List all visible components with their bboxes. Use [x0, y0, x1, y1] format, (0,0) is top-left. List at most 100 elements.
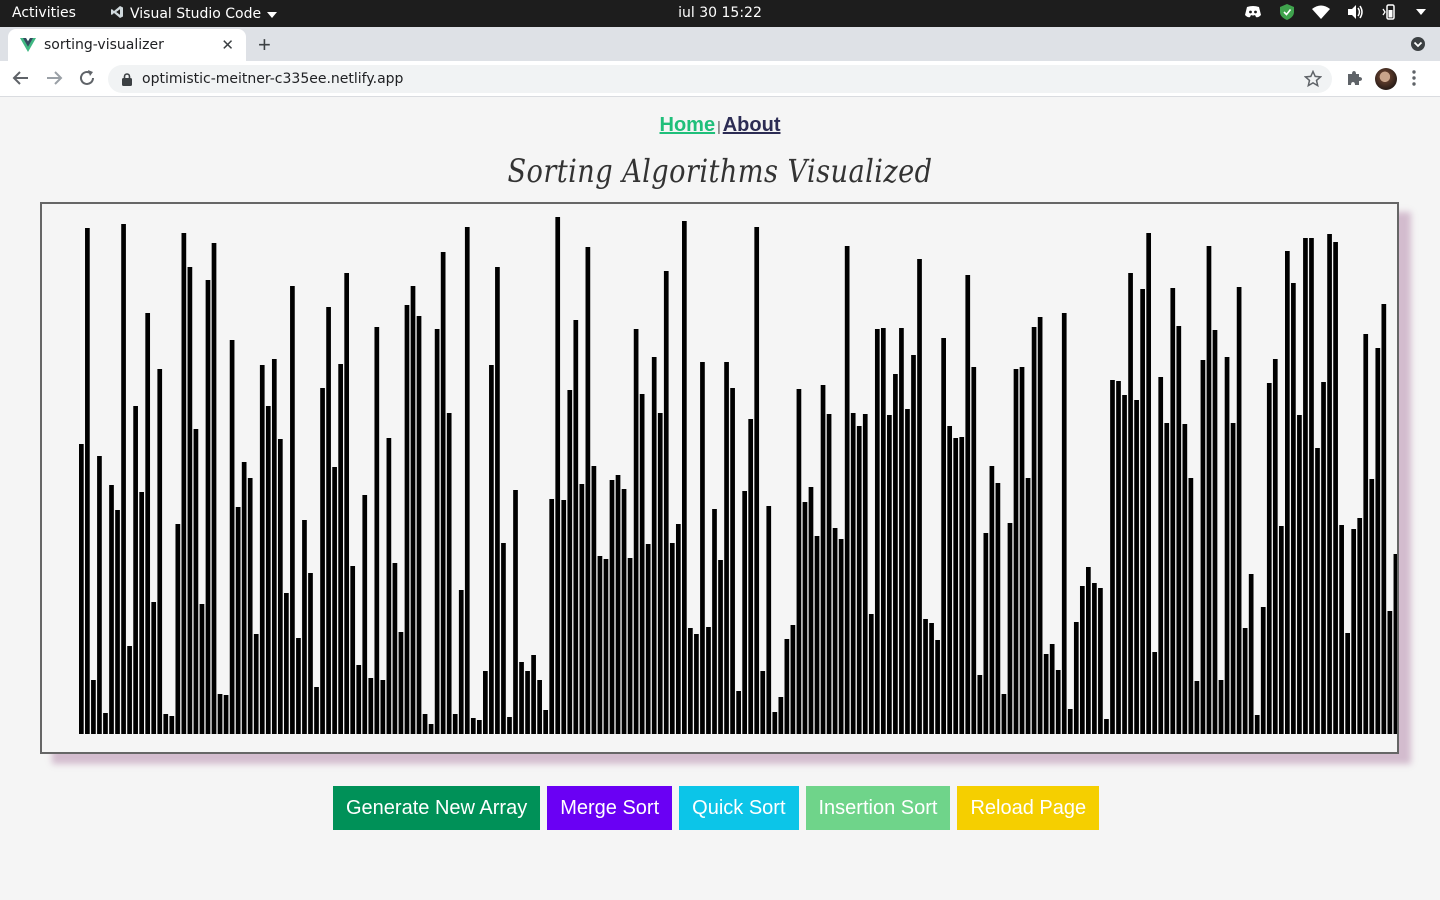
- close-tab-icon[interactable]: ✕: [221, 36, 234, 54]
- array-bar: [657, 413, 663, 734]
- array-bar: [1254, 715, 1260, 734]
- merge-sort-button[interactable]: Merge Sort: [547, 786, 673, 830]
- quick-sort-button[interactable]: Quick Sort: [679, 786, 799, 830]
- array-bar: [838, 539, 844, 734]
- battery-phone-icon[interactable]: [1382, 4, 1398, 20]
- array-bar: [850, 413, 856, 734]
- site-nav: Home | About: [0, 114, 1440, 137]
- new-tab-button[interactable]: +: [258, 32, 271, 58]
- array-bar: [97, 456, 102, 734]
- reload-page-button[interactable]: Reload Page: [957, 786, 1100, 830]
- forward-arrow-icon[interactable]: [45, 69, 63, 87]
- reload-icon[interactable]: [78, 69, 96, 87]
- array-bar: [1001, 694, 1007, 734]
- array-bar: [1188, 478, 1194, 734]
- activities-button[interactable]: Activities: [12, 5, 76, 21]
- tab-search-icon[interactable]: [1410, 36, 1426, 57]
- array-bar: [193, 429, 199, 734]
- array-bar: [748, 419, 754, 734]
- system-menu-caret-icon[interactable]: [1416, 9, 1426, 15]
- array-bar: [296, 638, 301, 734]
- array-bar: [1369, 479, 1375, 734]
- system-tray[interactable]: [1244, 4, 1426, 20]
- array-bar: [308, 573, 313, 734]
- array-bar: [302, 520, 307, 734]
- array-bar: [1194, 681, 1200, 734]
- array-bar: [229, 340, 235, 734]
- array-bar: [1019, 367, 1025, 734]
- array-bar: [965, 275, 971, 734]
- browser-menu-icon[interactable]: [1412, 70, 1416, 86]
- array-bar: [736, 691, 741, 734]
- profile-avatar[interactable]: [1375, 68, 1397, 90]
- array-bar: [1079, 586, 1085, 734]
- lock-icon[interactable]: [122, 72, 132, 86]
- array-bar: [103, 713, 108, 734]
- array-bar: [1086, 567, 1091, 734]
- array-bar: [205, 280, 211, 734]
- address-bar[interactable]: optimistic-meitner-c335ee.netlify.app: [108, 65, 1332, 93]
- array-bar: [121, 224, 126, 734]
- app-menu[interactable]: Visual Studio Code: [110, 5, 278, 23]
- array-bar: [1260, 607, 1266, 734]
- array-bar: [1122, 395, 1127, 734]
- array-bar: [874, 329, 880, 734]
- discord-icon[interactable]: [1244, 5, 1262, 19]
- array-bar: [501, 543, 506, 734]
- bookmark-star-icon[interactable]: [1304, 70, 1322, 88]
- extensions-puzzle-icon[interactable]: [1346, 70, 1362, 86]
- array-bar: [796, 389, 802, 734]
- array-bar: [525, 671, 530, 734]
- array-bar: [712, 509, 717, 734]
- volume-icon[interactable]: [1348, 5, 1364, 19]
- array-bar: [476, 720, 482, 734]
- home-link[interactable]: Home: [660, 114, 716, 136]
- array-bar: [856, 426, 862, 734]
- array-bar: [730, 388, 735, 734]
- wifi-icon[interactable]: [1312, 5, 1330, 19]
- array-bar: [290, 286, 295, 734]
- shield-icon[interactable]: [1280, 4, 1294, 20]
- url-text[interactable]: optimistic-meitner-c335ee.netlify.app: [142, 71, 403, 87]
- array-bar: [253, 634, 259, 734]
- generate-new-array-button[interactable]: Generate New Array: [333, 786, 541, 830]
- array-bar: [820, 385, 826, 734]
- array-bar: [169, 716, 175, 734]
- array-bar: [947, 426, 953, 734]
- array-bar: [700, 362, 705, 734]
- back-arrow-icon[interactable]: [12, 69, 30, 87]
- array-bar: [718, 560, 723, 734]
- array-bar: [917, 259, 922, 734]
- array-bar: [929, 623, 934, 734]
- array-bar: [1272, 359, 1278, 734]
- array-bar: [434, 329, 440, 734]
- browser-tab[interactable]: sorting-visualizer ✕: [8, 29, 246, 61]
- array-bar: [1146, 233, 1152, 734]
- array-bar: [507, 717, 512, 734]
- array-bar: [271, 359, 277, 734]
- array-bar: [241, 462, 247, 734]
- array-bar: [706, 627, 711, 734]
- array-bar: [1285, 251, 1290, 734]
- array-bar: [458, 590, 464, 734]
- array-bar: [899, 328, 904, 734]
- array-bar: [1266, 383, 1272, 734]
- array-bar: [175, 524, 181, 734]
- array-bar: [694, 634, 699, 734]
- array-bar: [923, 619, 928, 734]
- array-bar: [1315, 448, 1320, 734]
- about-link[interactable]: About: [723, 114, 781, 136]
- array-bar: [1248, 574, 1254, 734]
- array-bar: [446, 413, 452, 734]
- array-bar: [766, 506, 772, 734]
- array-bar: [953, 438, 959, 734]
- array-bar: [1327, 234, 1332, 734]
- array-bar: [754, 227, 760, 734]
- array-bar: [265, 406, 271, 734]
- array-bar: [790, 625, 796, 734]
- insertion-sort-button[interactable]: Insertion Sort: [805, 786, 951, 830]
- array-bar: [326, 307, 331, 734]
- array-bar: [483, 671, 488, 734]
- array-bar: [320, 388, 325, 734]
- array-bar: [356, 665, 362, 734]
